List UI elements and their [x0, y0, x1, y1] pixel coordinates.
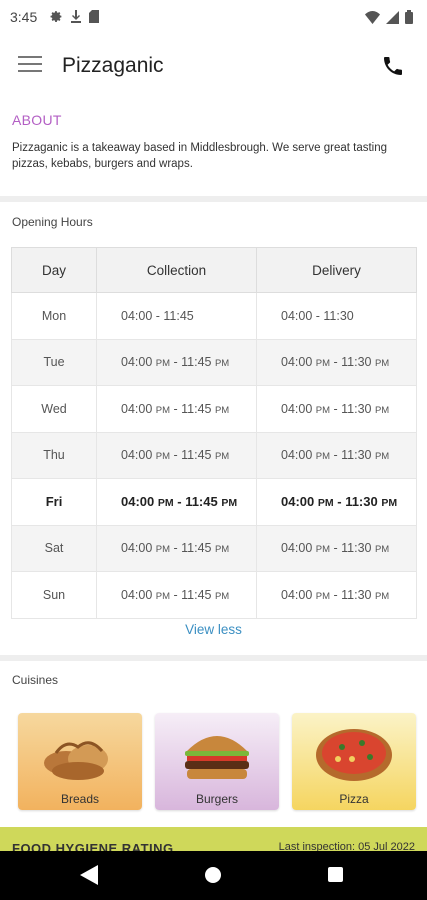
collection-time-cell: 04:00 PM - 11:45 PM [96, 571, 257, 619]
delivery-time-cell: 04:00 PM - 11:30 PM [256, 478, 417, 526]
food-hygiene-title: FOOD HYGIENE RATING [12, 841, 174, 851]
status-time: 3:45 [10, 9, 38, 25]
hours-row: Sun 04:00 PM - 11:45 PM 04:00 PM - 11:30 P… [11, 571, 417, 619]
day-cell: Thu [11, 431, 97, 479]
collection-time-cell: 04:00 PM - 11:45 PM [96, 478, 257, 526]
divider [0, 196, 427, 202]
hours-row: Thu 04:00 PM - 11:45 PM 04:00 PM - 11:30 P… [11, 431, 417, 479]
recent-apps-icon[interactable] [328, 867, 343, 882]
delivery-time-cell: 04:00 PM - 11:30 PM [256, 524, 417, 572]
opening-hours-table: Day Collection Delivery Mon 04:00 - 11:45… [11, 247, 417, 619]
home-icon[interactable] [205, 867, 221, 883]
cuisine-label: Burgers [195, 792, 239, 806]
day-cell: Sat [11, 524, 97, 572]
day-cell: Sun [11, 571, 97, 619]
hamburger-menu-icon[interactable] [18, 56, 42, 76]
pizza-icon [316, 729, 392, 781]
hours-row: Fri 04:00 PM - 11:45 PM 04:00 PM - 11:30 P… [11, 478, 417, 526]
system-nav-bar [0, 851, 427, 900]
collection-time-cell: 04:00 PM - 11:45 PM [96, 385, 257, 433]
about-text: Pizzaganic is a takeaway based in Middle… [12, 142, 388, 170]
collection-time-cell: 04:00 PM - 11:45 PM [96, 431, 257, 479]
hours-row: Mon 04:00 - 11:45 04:00 - 11:30 [11, 292, 417, 340]
hours-row: Tue 04:00 PM - 11:45 PM 04:00 PM - 11:30 P… [11, 338, 417, 386]
day-cell: Fri [11, 478, 97, 526]
food-hygiene-bar: FOOD HYGIENE RATING Last inspection: 05 … [0, 827, 427, 851]
collection-time-cell: 04:00 PM - 11:45 PM [96, 524, 257, 572]
last-inspection-date: Last inspection: 05 Jul 2022 [278, 841, 415, 851]
column-header-collection: Collection [96, 247, 257, 293]
day-cell: Tue [11, 338, 97, 386]
day-cell: Mon [11, 292, 97, 340]
cuisine-label: Pizza [339, 792, 369, 806]
gear-icon [50, 11, 62, 22]
back-icon[interactable] [80, 865, 98, 885]
delivery-time-cell: 04:00 PM - 11:30 PM [256, 338, 417, 386]
cuisine-card-burgers[interactable]: Burgers [155, 713, 279, 810]
battery-icon [405, 10, 413, 24]
download-icon [71, 10, 81, 23]
opening-hours-label: Opening Hours [12, 215, 93, 229]
signal-icon [386, 10, 399, 24]
collection-time-cell: 04:00 PM - 11:45 PM [96, 338, 257, 386]
delivery-time-cell: 04:00 PM - 11:30 PM [256, 431, 417, 479]
sd-card-icon [89, 10, 99, 23]
burger-icon [185, 736, 249, 779]
collection-time-cell: 04:00 - 11:45 [96, 292, 257, 340]
column-header-delivery: Delivery [256, 247, 417, 293]
wifi-icon [365, 10, 380, 24]
cuisines-label: Cuisines [12, 673, 59, 687]
about-section: ABOUT Pizzaganic is a takeaway based in … [0, 112, 427, 172]
bread-icon [44, 741, 108, 780]
view-less-link[interactable]: View less [0, 622, 427, 637]
cuisine-card-pizza[interactable]: Pizza [292, 713, 416, 810]
status-bar: 3:45 [0, 0, 427, 34]
about-heading: ABOUT [12, 112, 62, 128]
phone-icon[interactable] [381, 54, 405, 78]
column-header-day: Day [11, 247, 97, 293]
divider [0, 655, 427, 661]
app-bar: Pizzaganic [0, 34, 427, 100]
app-title: Pizzaganic [62, 54, 164, 77]
day-cell: Wed [11, 385, 97, 433]
hours-row: Sat 04:00 PM - 11:45 PM 04:00 PM - 11:30 P… [11, 524, 417, 572]
delivery-time-cell: 04:00 - 11:30 [256, 292, 417, 340]
hours-row: Wed 04:00 PM - 11:45 PM 04:00 PM - 11:30 P… [11, 385, 417, 433]
delivery-time-cell: 04:00 PM - 11:30 PM [256, 571, 417, 619]
cuisine-label: Breads [60, 792, 100, 806]
cuisine-card-breads[interactable]: Breads [18, 713, 142, 810]
delivery-time-cell: 04:00 PM - 11:30 PM [256, 385, 417, 433]
